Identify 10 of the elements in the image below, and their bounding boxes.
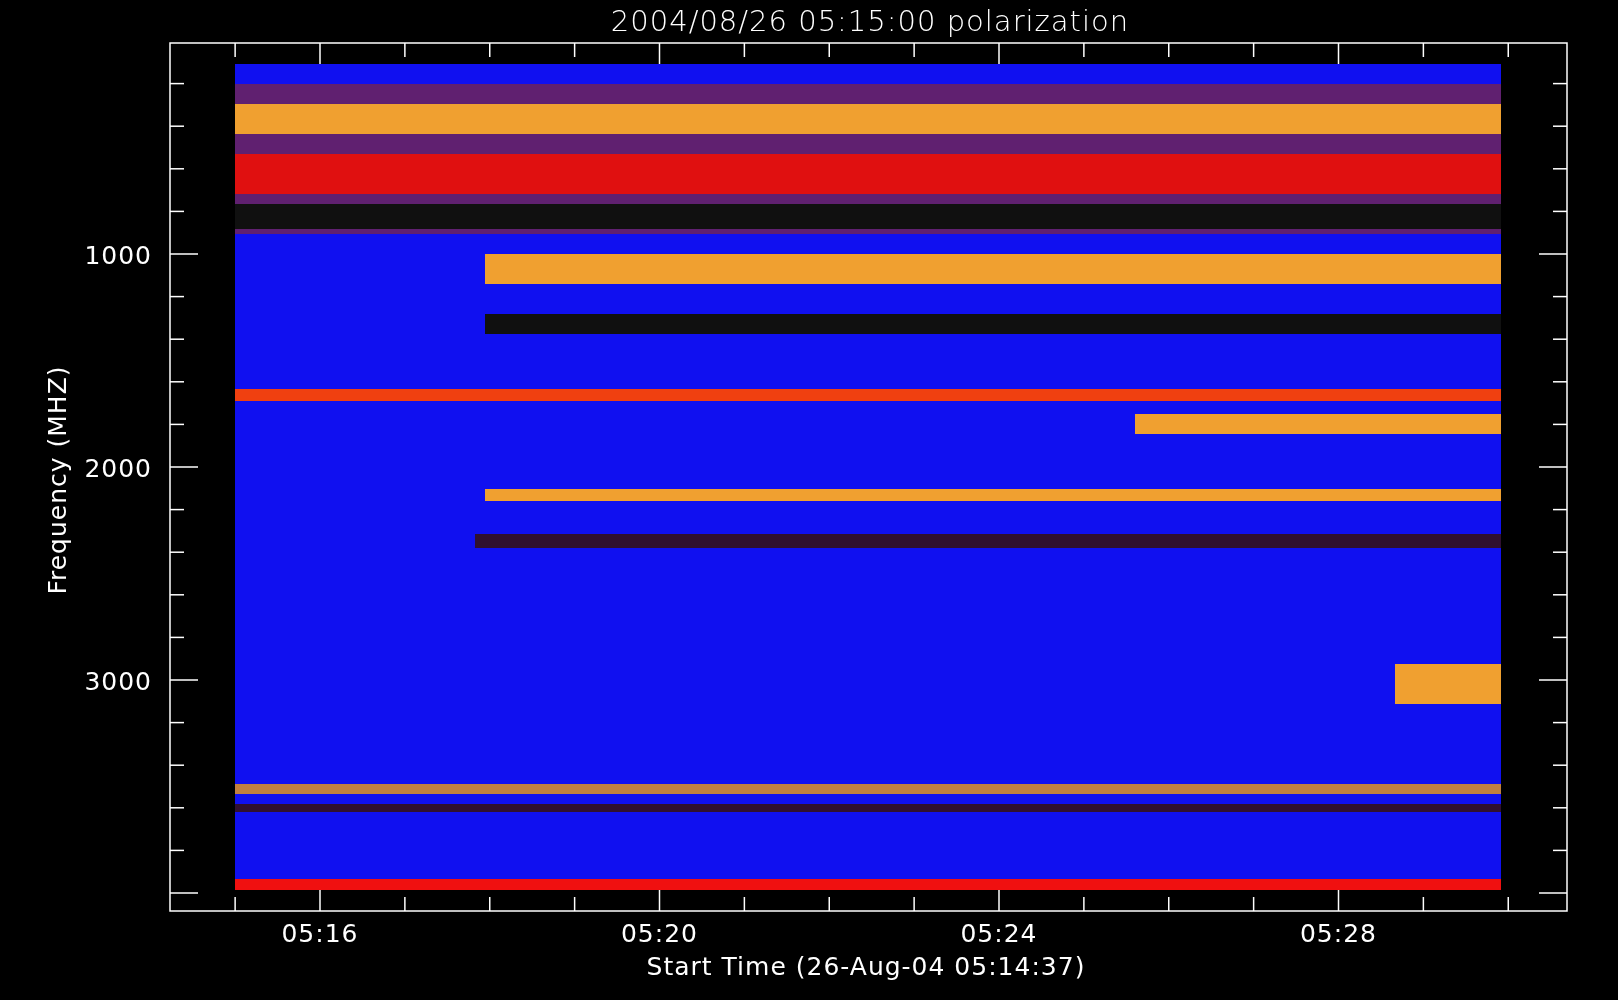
x-tick-label: 05:16 bbox=[281, 919, 359, 948]
y-tick-label: 1000 bbox=[84, 241, 152, 270]
x-tick-label: 05:24 bbox=[960, 919, 1038, 948]
x-tick-label: 05:20 bbox=[621, 919, 698, 948]
y-tick-label: 3000 bbox=[84, 667, 152, 696]
y-axis-label: Frequency (MHZ) bbox=[43, 365, 72, 595]
y-tick-label: 2000 bbox=[84, 454, 152, 483]
x-axis-label: Start Time (26-Aug-04 05:14:37) bbox=[646, 952, 1086, 981]
x-tick-label: 05:28 bbox=[1300, 919, 1377, 948]
chart-title: 2004/08/26 05:15:00 polarization bbox=[610, 4, 1130, 38]
